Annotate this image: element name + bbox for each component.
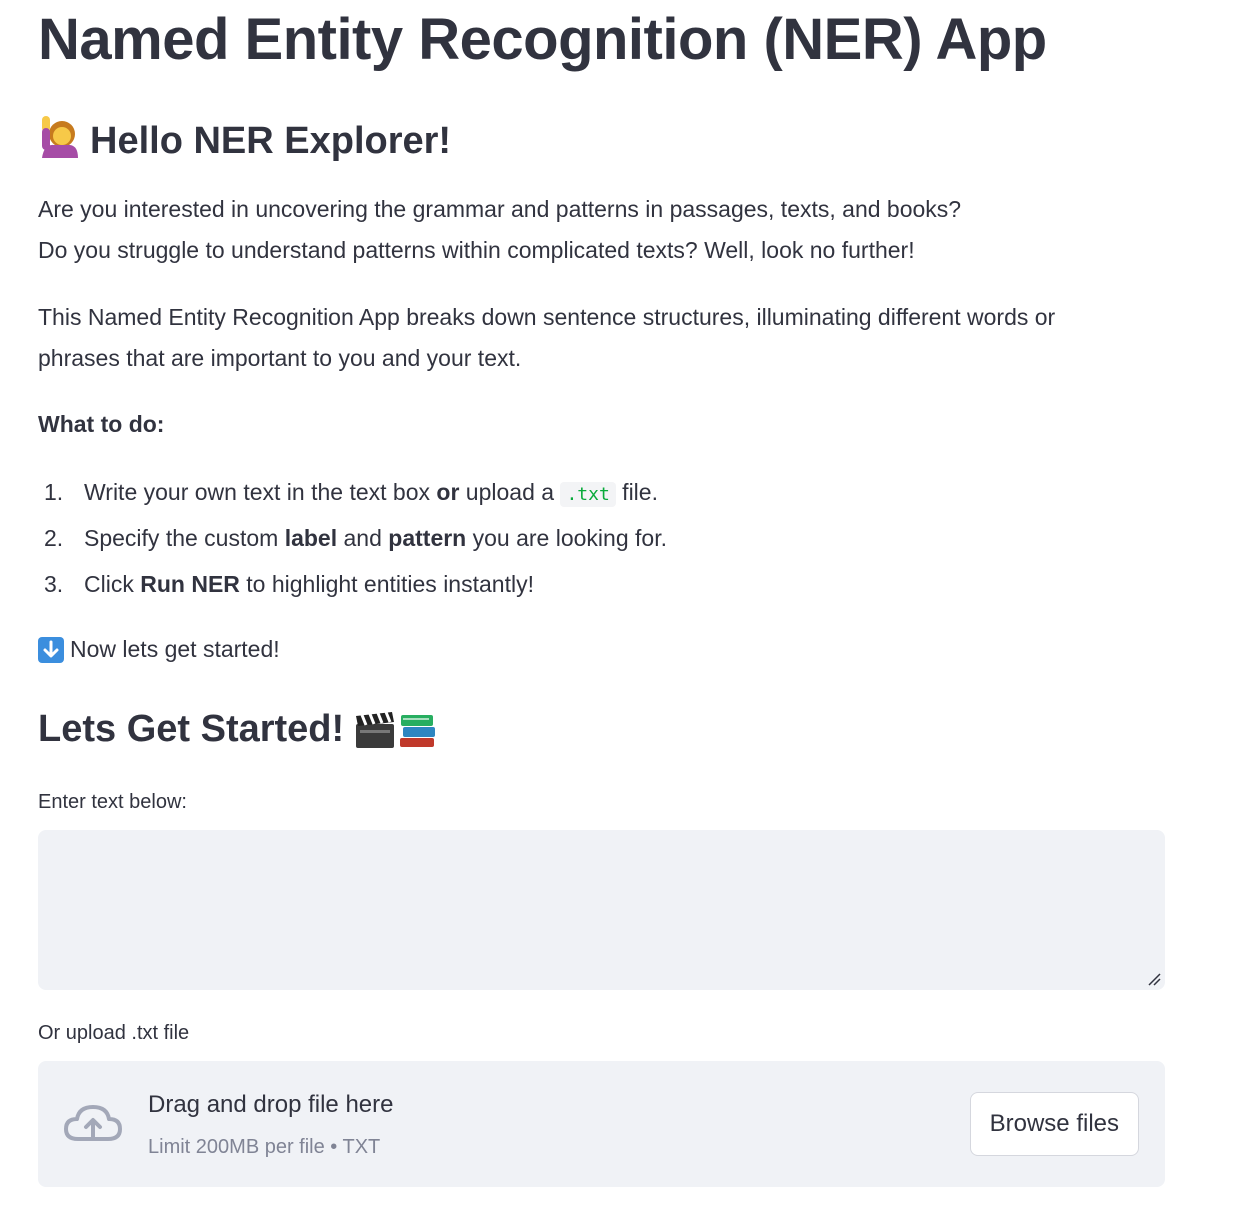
step-text: you are looking for. [466, 525, 667, 551]
list-item: 2. Specify the custom label and pattern … [38, 515, 667, 561]
start-note-text: Now lets get started! [70, 636, 280, 662]
text-input-label: Enter text below: [38, 791, 187, 813]
upload-limit-text: Limit 200MB per file • TXT [148, 1136, 381, 1158]
step-text: Write your own text in the text box [84, 479, 437, 505]
intro-line-1: Are you interested in uncovering the gra… [38, 196, 962, 222]
step-bold: label [284, 525, 338, 551]
down-arrow-icon [38, 636, 64, 663]
inline-code: .txt [560, 482, 616, 507]
list-item: 3. Click Run NER to highlight entities i… [38, 561, 667, 607]
section-heading: Lets Get Started! [38, 708, 438, 751]
step-text: to highlight entities instantly! [239, 571, 534, 597]
instructions-heading: What to do: [38, 411, 165, 437]
section-title: Lets Get Started! [38, 708, 345, 750]
text-input-container [38, 830, 1165, 990]
books-icon [398, 710, 438, 750]
step-bold: or [436, 479, 460, 505]
step-text: and [337, 525, 389, 551]
intro-line-2: Do you struggle to understand patterns w… [38, 237, 915, 263]
greeting-text: Hello NER Explorer! [90, 119, 452, 162]
cloud-upload-icon [62, 1099, 124, 1147]
step-text: Click [84, 571, 141, 597]
step-bold: pattern [388, 525, 467, 551]
description-line-2: phrases that are important to you and yo… [38, 345, 522, 371]
drag-drop-text: Drag and drop file here [148, 1091, 394, 1118]
page-title: Named Entity Recognition (NER) App [38, 7, 1047, 72]
file-uploader-dropzone[interactable]: Drag and drop file here Limit 200MB per … [38, 1061, 1165, 1187]
step-bold: Run NER [140, 571, 240, 597]
clapper-board-icon [354, 710, 396, 750]
step-text: upload a [459, 479, 561, 505]
list-item: 1. Write your own text in the text box o… [38, 469, 667, 515]
start-note: Now lets get started! [38, 629, 280, 670]
step-text: file. [615, 479, 658, 505]
step-number: 2. [44, 525, 64, 551]
person-raising-hand-icon [38, 114, 80, 168]
text-input[interactable] [38, 830, 1165, 990]
step-number: 1. [44, 479, 64, 505]
step-number: 3. [44, 571, 64, 597]
instructions-list: 1. Write your own text in the text box o… [38, 469, 667, 607]
greeting-heading: Hello NER Explorer! [38, 114, 451, 168]
description-line-1: This Named Entity Recognition App breaks… [38, 304, 1056, 330]
resize-handle-icon[interactable] [1147, 972, 1161, 986]
uploader-label: Or upload .txt file [38, 1022, 190, 1044]
browse-files-button[interactable]: Browse files [969, 1092, 1139, 1156]
step-text: Specify the custom [84, 525, 285, 551]
